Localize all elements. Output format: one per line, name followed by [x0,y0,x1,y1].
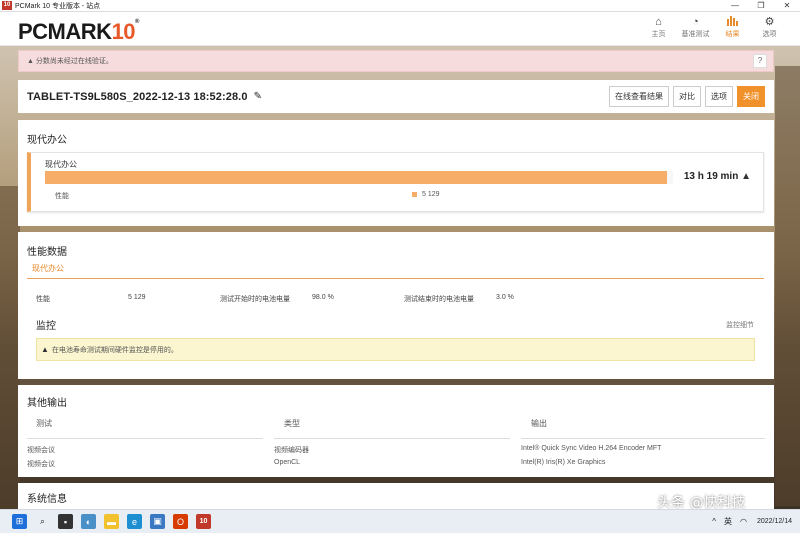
battery-life-value: 13 h 19 min ▲ [684,171,751,182]
performance-data-panel: 性能数据 现代办公 性能 5 129 测试开始时的电池电量 98.0 % 测试结… [18,232,774,379]
header-divider [27,438,263,439]
maximize-icon[interactable]: ❐ [748,1,774,10]
section-title: 系统信息 [27,494,67,505]
office-icon[interactable]: O [173,514,188,529]
battery-start-label: 测试开始时的电池电量 [220,296,290,303]
taskbar-apps: ⊞ ⌕ ▪ ◐ ▬ e ▣ O 10 [8,514,215,529]
duration-text: 13 h 19 min [683,171,739,182]
minimize-icon[interactable]: — [722,1,748,10]
pcmark-logo: PCMARK10® [18,19,139,45]
view-online-button[interactable]: 在线查看结果 [609,86,669,107]
battery-life-bar [45,171,673,184]
window-controls: — ❐ ✕ [722,1,800,10]
scenery-shape [775,66,800,506]
tab-modern-office[interactable]: 现代办公 [32,263,64,274]
table-cell: 视频编码器 [274,447,309,454]
table-cell: OpenCL [274,459,301,466]
help-button[interactable]: ? [753,54,767,68]
section-title: 其他输出 [27,398,67,409]
score-card-label: 现代办公 [45,160,77,169]
column-header-output: 输出 [531,419,547,428]
options-button[interactable]: 选项 [705,86,733,107]
nav-options[interactable]: ⚙ 选项 [751,15,788,39]
legend-value: 5 129 [422,191,440,198]
clock-date: 2022/12/14 [756,518,792,525]
close-icon[interactable]: ✕ [774,1,800,10]
table-cell: Intel® Quick Sync Video H.264 Encoder MF… [521,445,662,452]
main-nav: ⌂ 主页 ◔ 基准测试 结果 ⚙ 选项 [640,15,788,39]
result-name: TABLET-TS9L580S_2022-12-13 18:52:28.0 [27,90,248,103]
column-header-test: 测试 [36,419,52,428]
window-titlebar: 10 PCMark 10 专业版本 - 站点 — ❐ ✕ [0,0,800,12]
legend-swatch [412,192,417,197]
score-legend: 5 129 [412,191,440,198]
bar-chart-icon [727,15,738,29]
nav-options-label: 选项 [762,31,777,38]
compare-button[interactable]: 对比 [673,86,701,107]
nav-benchmarks[interactable]: ◔ 基准测试 [677,15,714,39]
home-icon: ⌂ [655,16,662,28]
tab-underline [27,278,764,279]
logo-number: 10 [111,19,136,44]
app-header: PCMARK10® ⌂ 主页 ◔ 基准测试 结果 ⚙ 选项 [0,12,800,46]
warning-icon: ▲ [41,345,49,354]
ime-indicator[interactable]: 英 [724,516,732,527]
battery-life-bar-fill [45,171,667,184]
other-output-panel: 其他输出 测试 类型 输出 视频会议 视频编码器 Intel® Quick Sy… [18,385,774,477]
nav-results-label: 结果 [725,31,740,38]
gear-icon: ⚙ [764,16,775,28]
gauge-icon: ◔ [692,16,699,28]
perf-label: 性能 [55,193,69,200]
window-title: PCMark 10 专业版本 - 站点 [15,2,101,10]
section-title: 性能数据 [27,247,67,258]
section-title: 现代办公 [27,135,67,146]
store-icon[interactable]: ▣ [150,514,165,529]
table-cell: 视频会议 [27,461,55,468]
file-explorer-icon[interactable]: ▬ [104,514,119,529]
validation-alert: ▲ 分数尚未经过在线验证。 ? [18,50,774,72]
monitor-title: 监控 [36,321,56,332]
scenery-shape [0,186,20,516]
close-button[interactable]: 关闭 [737,86,765,107]
score-card: 现代办公 13 h 19 min ▲ 性能 5 129 [27,152,764,212]
system-tray: ^ 英 ◠ 2022/12/14 [708,516,792,527]
widgets-icon[interactable]: ◐ [81,514,96,529]
warning-icon: ▲ [741,171,751,182]
battery-start-value: 98.0 % [312,294,334,301]
monitor-alert: ▲ 在电池寿命测试期间硬件监控是停用的。 [36,338,755,361]
nav-results[interactable]: 结果 [714,15,751,39]
app-icon: 10 [2,1,12,10]
battery-end-value: 3.0 % [496,294,514,301]
nav-home[interactable]: ⌂ 主页 [640,15,677,39]
table-cell: Intel(R) Iris(R) Xe Graphics [521,459,606,466]
table-cell: 视频会议 [27,447,55,454]
wifi-icon[interactable]: ◠ [740,517,747,526]
edge-icon[interactable]: e [127,514,142,529]
header-divider [274,438,510,439]
modern-office-panel: 现代办公 现代办公 13 h 19 min ▲ 性能 5 129 [18,120,774,226]
pencil-icon[interactable]: ✎ [254,91,262,102]
validation-alert-text: 分数尚未经过在线验证。 [35,58,113,65]
perf-row-value: 5 129 [128,294,146,301]
result-actions: 在线查看结果 对比 选项 关闭 [605,86,765,107]
nav-home-label: 主页 [651,31,666,38]
monitor-details-link[interactable]: 监控细节 [726,320,754,330]
logo-text: PCMARK [18,19,112,44]
registered-icon: ® [135,19,139,25]
monitor-alert-text: 在电池寿命测试期间硬件监控是停用的。 [51,346,178,354]
task-view-icon[interactable]: ▪ [58,514,73,529]
clock[interactable]: 2022/12/14 [757,517,792,526]
pcmark-taskbar-icon[interactable]: 10 [196,514,211,529]
windows-start-icon[interactable]: ⊞ [12,514,27,529]
taskbar: ⊞ ⌕ ▪ ◐ ▬ e ▣ O 10 ^ 英 ◠ 2022/12/14 [0,509,800,533]
column-header-type: 类型 [284,419,300,428]
search-icon[interactable]: ⌕ [35,514,50,529]
perf-row-label: 性能 [36,296,50,303]
result-header: TABLET-TS9L580S_2022-12-13 18:52:28.0 ✎ … [18,80,774,113]
header-divider [521,438,765,439]
chevron-up-icon[interactable]: ^ [712,517,716,526]
warning-icon: ▲ [27,57,36,65]
battery-end-label: 测试结束时的电池电量 [404,296,474,303]
nav-benchmarks-label: 基准测试 [681,31,710,38]
